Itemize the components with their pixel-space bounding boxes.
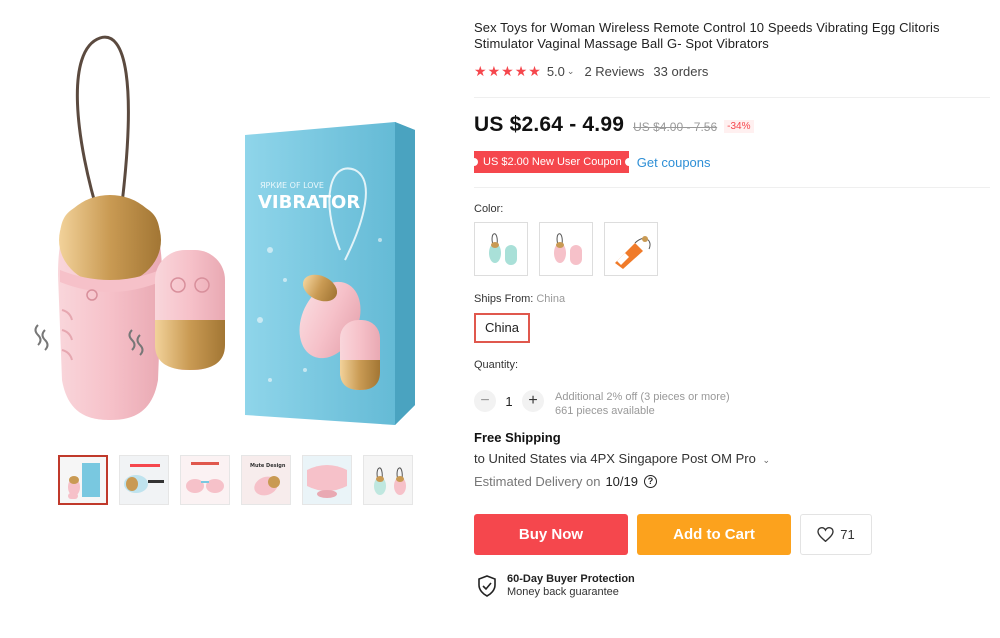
- divider: [474, 97, 990, 98]
- help-icon[interactable]: ?: [644, 475, 657, 488]
- wishlist-button[interactable]: 71: [800, 514, 872, 555]
- delivery-estimate: Estimated Delivery on 10/19 ?: [474, 474, 657, 489]
- color-swatches: [474, 222, 658, 276]
- product-main-image[interactable]: ЯРКИЕ OF LOVE VIBRATOR: [20, 20, 440, 440]
- quantity-info: Additional 2% off (3 pieces or more) 661…: [555, 390, 730, 418]
- buyer-protection: 60-Day Buyer Protection Money back guara…: [477, 573, 635, 598]
- protection-subtitle: Money back guarantee: [507, 586, 619, 598]
- coupon-row: US $2.00 New User Coupon Get coupons: [470, 151, 711, 173]
- quantity-increase-button[interactable]: +: [522, 390, 544, 412]
- delivery-label: Estimated Delivery on: [474, 474, 601, 489]
- star-icon: ★: [487, 63, 501, 79]
- shipping-route[interactable]: to United States via 4PX Singapore Post …: [474, 451, 780, 466]
- reviews-link[interactable]: 2 Reviews: [584, 64, 644, 79]
- color-option-pink[interactable]: [539, 222, 593, 276]
- rating-stars: ★ ★ ★ ★ ★: [474, 64, 541, 78]
- price-row: US $2.64 - 4.99 US $4.00 - 7.56 -34%: [474, 113, 754, 137]
- star-icon: ★: [514, 63, 528, 79]
- thumbnail-5[interactable]: [302, 455, 352, 505]
- rating-value[interactable]: 5.0: [547, 64, 565, 79]
- thumbnail-1[interactable]: [58, 455, 108, 505]
- bulk-discount-note: Additional 2% off (3 pieces or more): [555, 391, 730, 403]
- chevron-down-icon[interactable]: ⌄: [567, 66, 575, 77]
- rating-row: ★ ★ ★ ★ ★ 5.0 ⌄ 2 Reviews 33 orders: [474, 62, 990, 80]
- thumbnail-4[interactable]: Mute Design: [241, 455, 291, 505]
- color-option-mint[interactable]: [474, 222, 528, 276]
- wishlist-count: 71: [840, 527, 855, 542]
- coupon-badge[interactable]: US $2.00 New User Coupon: [470, 151, 633, 173]
- add-to-cart-button[interactable]: Add to Cart: [637, 514, 791, 555]
- divider: [474, 187, 990, 188]
- box-title: VIBRATOR: [258, 192, 360, 213]
- star-icon: ★: [501, 63, 514, 79]
- shipping-title: Free Shipping: [474, 430, 561, 445]
- star-icon: ★: [474, 63, 487, 79]
- product-title: Sex Toys for Woman Wireless Remote Contr…: [474, 20, 940, 51]
- thumbnail-caption: Mute Design: [250, 463, 286, 469]
- pieces-available: 661 pieces available: [555, 405, 655, 417]
- heart-icon: [817, 527, 834, 542]
- shipping-route-text: to United States via 4PX Singapore Post …: [474, 451, 756, 466]
- product-gallery: ЯРКИЕ OF LOVE VIBRATOR Mute Design: [0, 0, 460, 638]
- delivery-date: 10/19: [605, 474, 638, 489]
- protection-title: 60-Day Buyer Protection: [507, 573, 635, 585]
- ships-from-option-china[interactable]: China: [474, 313, 530, 343]
- quantity-decrease-button[interactable]: −: [474, 390, 496, 412]
- color-label: Color:: [474, 203, 504, 215]
- ships-from-text: Ships From:: [474, 293, 534, 305]
- thumbnail-3[interactable]: [180, 455, 230, 505]
- quantity-input[interactable]: 1: [496, 394, 522, 409]
- orders-count: 33 orders: [653, 63, 709, 79]
- buy-now-button[interactable]: Buy Now: [474, 514, 628, 555]
- shield-check-icon: [478, 574, 496, 597]
- color-option-orange[interactable]: [604, 222, 658, 276]
- star-icon: ★: [528, 63, 541, 79]
- original-price: US $4.00 - 7.56: [633, 120, 718, 134]
- thumbnail-6[interactable]: [363, 455, 413, 505]
- thumbnail-strip: Mute Design: [58, 455, 413, 505]
- get-coupons-link[interactable]: Get coupons: [637, 155, 711, 170]
- thumbnail-2[interactable]: [119, 455, 169, 505]
- box-subtitle: ЯРКИЕ OF LOVE: [260, 181, 324, 190]
- chevron-down-icon[interactable]: ⌄: [762, 455, 770, 465]
- ships-from-label: Ships From: China: [474, 293, 565, 305]
- quantity-label: Quantity:: [474, 359, 519, 371]
- quantity-stepper: − 1 + Additional 2% off (3 pieces or mor…: [474, 384, 730, 418]
- discount-badge: -34%: [724, 120, 754, 133]
- product-info: Sex Toys for Woman Wireless Remote Contr…: [474, 20, 990, 80]
- current-price: US $2.64 - 4.99: [474, 113, 625, 136]
- ships-from-selected: China: [536, 293, 566, 305]
